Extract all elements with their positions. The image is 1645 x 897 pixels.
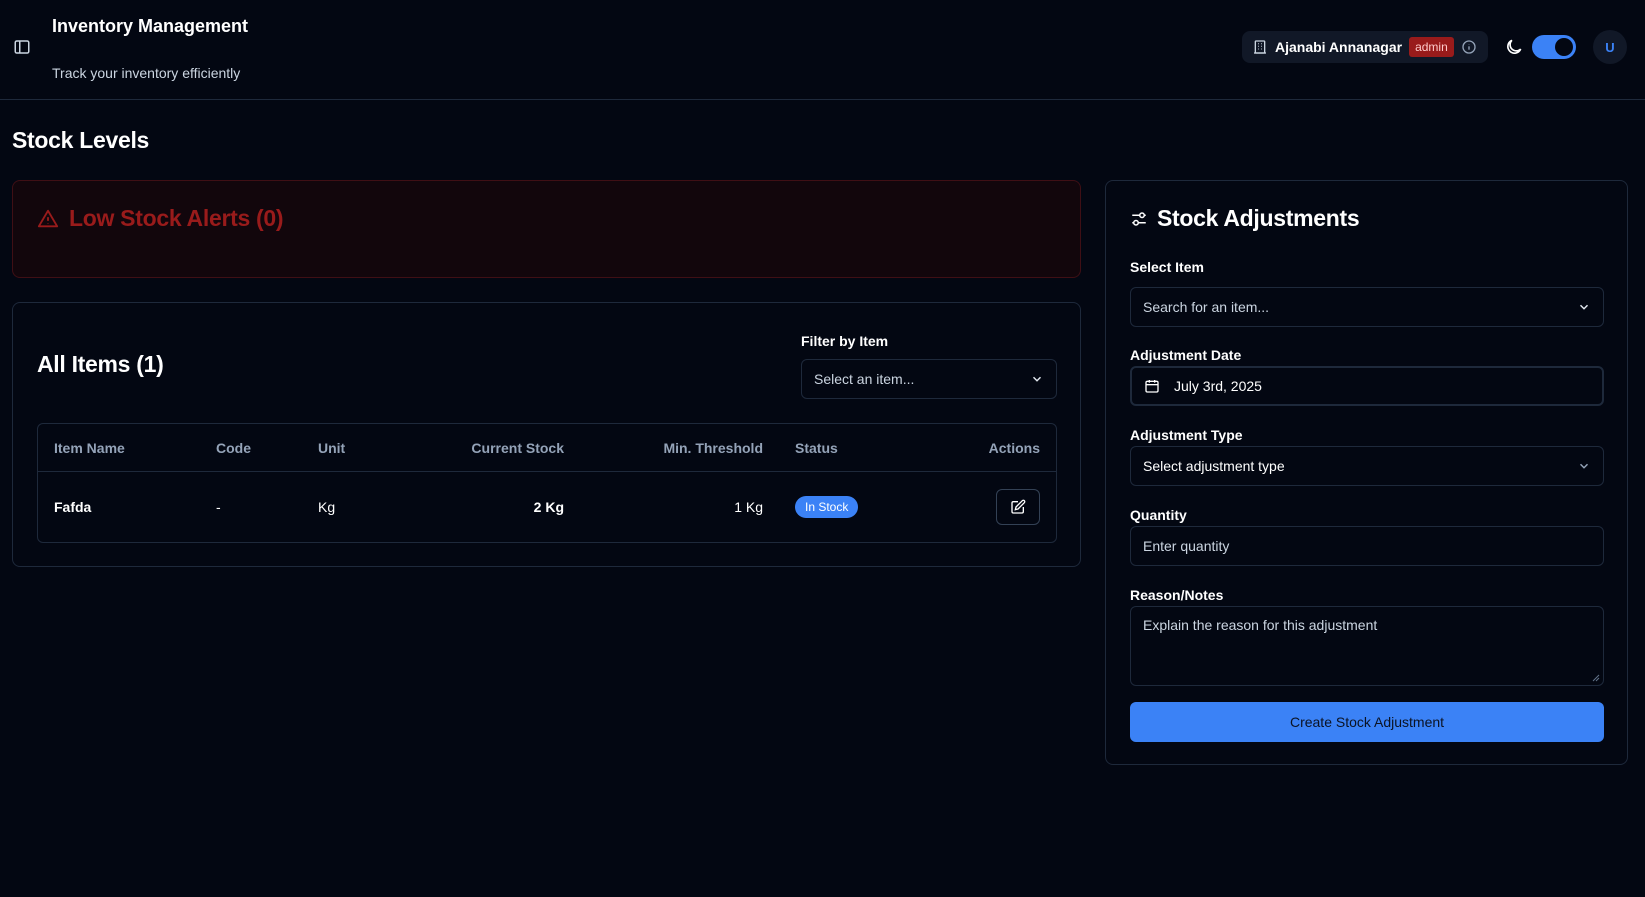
chevron-down-icon <box>1577 459 1591 473</box>
cell-unit: Kg <box>318 499 336 515</box>
filter-placeholder: Select an item... <box>814 371 915 387</box>
create-stock-adjustment-button[interactable]: Create Stock Adjustment <box>1130 702 1604 742</box>
chevron-down-icon <box>1577 300 1591 314</box>
select-item-placeholder: Search for an item... <box>1143 299 1270 315</box>
role-badge: admin <box>1409 37 1454 57</box>
filter-item-select[interactable]: Select an item... <box>801 359 1057 399</box>
select-item-label: Select Item <box>1130 259 1204 275</box>
adjustment-type-label: Adjustment Type <box>1130 427 1243 443</box>
filter-label: Filter by Item <box>801 333 889 349</box>
moon-icon <box>1504 37 1524 57</box>
col-item-name: Item Name <box>54 439 125 456</box>
toggle-knob <box>1555 38 1573 56</box>
edit-button[interactable] <box>996 489 1040 525</box>
resize-grip-icon[interactable] <box>1592 674 1600 682</box>
theme-toggle[interactable] <box>1532 35 1576 59</box>
alert-triangle-icon <box>37 208 59 230</box>
adjustment-type-placeholder: Select adjustment type <box>1143 458 1285 474</box>
quantity-label: Quantity <box>1130 507 1187 523</box>
all-items-card: All Items (1) Filter by Item Select an i… <box>12 302 1081 567</box>
app-header: Inventory Management Track your inventor… <box>0 0 1645 100</box>
cell-actions <box>996 472 1040 542</box>
col-actions: Actions <box>988 439 1040 456</box>
info-icon[interactable] <box>1461 39 1477 55</box>
adjustment-date-label: Adjustment Date <box>1130 347 1242 363</box>
panel-left-icon[interactable] <box>13 38 31 56</box>
col-min-threshold: Min. Threshold <box>663 439 763 456</box>
app-subtitle: Track your inventory efficiently <box>52 65 241 81</box>
reason-notes-label: Reason/Notes <box>1130 587 1224 603</box>
edit-icon <box>1010 499 1026 515</box>
cell-item-name: Fafda <box>54 499 92 515</box>
reason-notes-textarea[interactable]: Explain the reason for this adjustment <box>1130 606 1604 686</box>
sliders-icon <box>1130 210 1148 228</box>
col-current-stock: Current Stock <box>471 439 564 456</box>
table-row: Fafda - Kg 2 Kg 1 Kg In Stock <box>38 472 1056 542</box>
status-badge: In Stock <box>795 496 859 518</box>
table-header: Item Name Code Unit Current Stock Min. T… <box>38 424 1056 472</box>
calendar-icon <box>1144 378 1160 394</box>
items-title: All Items (1) <box>37 351 164 377</box>
stock-adjustments-card: Stock Adjustments Select Item Search for… <box>1105 180 1628 765</box>
adjustment-date-picker[interactable]: July 3rd, 2025 <box>1130 366 1604 406</box>
col-status: Status <box>795 439 838 456</box>
adjustment-date-value: July 3rd, 2025 <box>1174 378 1262 394</box>
col-unit: Unit <box>318 439 346 456</box>
col-code: Code <box>216 439 251 456</box>
cell-min-threshold: 1 Kg <box>734 499 763 515</box>
adjustments-title: Stock Adjustments <box>1157 205 1360 231</box>
adjustment-type-select[interactable]: Select adjustment type <box>1130 446 1604 486</box>
cell-code: - <box>216 499 221 515</box>
page-title: Stock Levels <box>12 127 150 153</box>
branch-name: Ajanabi Annanagar <box>1275 39 1403 55</box>
reason-notes-placeholder: Explain the reason for this adjustment <box>1143 617 1378 633</box>
chevron-down-icon <box>1030 372 1044 386</box>
avatar[interactable]: U <box>1593 30 1627 64</box>
alerts-title: Low Stock Alerts (0) <box>69 205 284 231</box>
app-title: Inventory Management <box>52 16 249 36</box>
quantity-placeholder: Enter quantity <box>1143 538 1230 554</box>
select-item-combobox[interactable]: Search for an item... <box>1130 287 1604 327</box>
building-icon <box>1252 39 1268 55</box>
low-stock-alerts-card: Low Stock Alerts (0) <box>12 180 1081 278</box>
items-table: Item Name Code Unit Current Stock Min. T… <box>37 423 1057 543</box>
quantity-input[interactable]: Enter quantity <box>1130 526 1604 566</box>
cell-current-stock: 2 Kg <box>533 499 564 515</box>
branch-selector[interactable]: Ajanabi Annanagar admin <box>1242 31 1488 63</box>
cell-status: In Stock <box>795 472 859 542</box>
